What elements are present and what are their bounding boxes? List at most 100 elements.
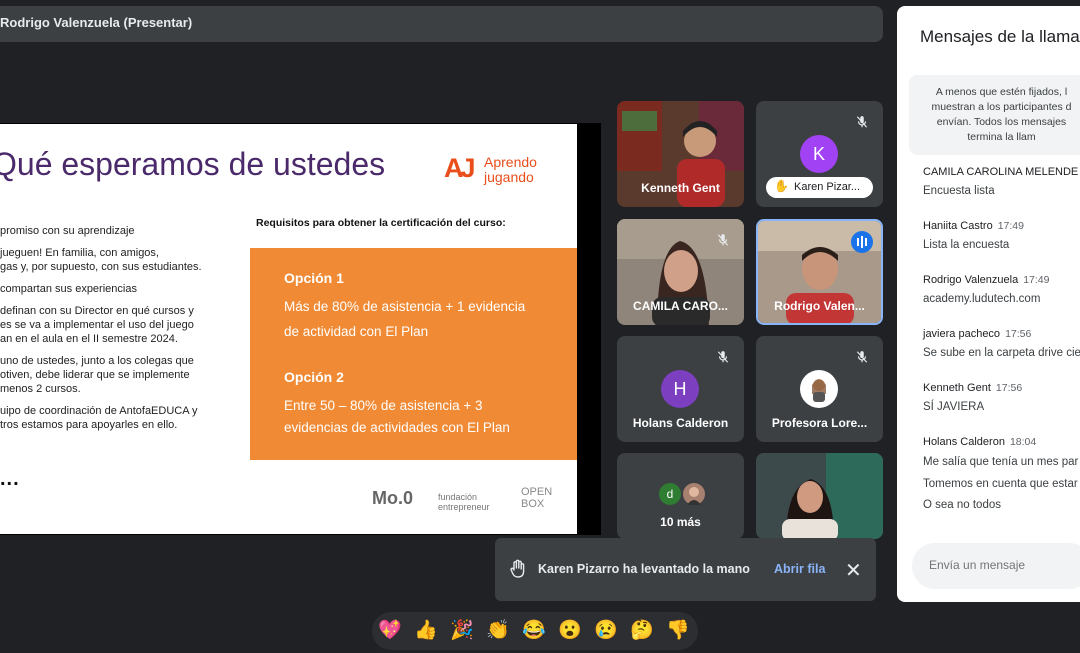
participant-tile-karen[interactable]: K ✋ Karen Pizar... — [756, 101, 883, 207]
message-sender: Kenneth Gent 17:56 — [923, 382, 1022, 394]
option1-line: de actividad con El Plan — [284, 324, 429, 339]
participant-tile-camila[interactable]: CAMILA CARO... — [617, 219, 744, 325]
slide-title: Qué esperamos de ustedes — [0, 146, 386, 182]
message-sender: Holans Calderon 18:04 — [923, 436, 1036, 448]
logo-word: Aprendo — [484, 154, 537, 170]
momento-cero-logo: Mo.0 — [372, 488, 414, 508]
participant-tile-kenneth[interactable]: Kenneth Gent — [617, 101, 744, 207]
slide-expectations-list: promiso con su aprendizaje jueguen! En f… — [0, 224, 225, 440]
presenter-label: Rodrigo Valenzuela (Presentar) — [0, 15, 193, 30]
avatar — [800, 370, 838, 408]
avatar: H — [661, 370, 699, 408]
thinking-reaction-icon[interactable]: 🤔 — [629, 618, 655, 644]
mic-off-icon — [717, 351, 729, 363]
participant-tile-rodrigo[interactable]: Rodrigo Valen... — [756, 219, 883, 325]
message-time: 18:04 — [1009, 436, 1037, 448]
reactions-bar: 💖 👍 🎉 👏 😂 😮 😢 🤔 👎 — [372, 612, 698, 650]
participant-tile-video[interactable] — [756, 453, 883, 539]
message-text: O sea no todos — [923, 499, 1001, 511]
party-reaction-icon[interactable]: 🎉 — [449, 618, 475, 644]
expectation-item: uno de ustedes, junto a los colegas que … — [0, 355, 194, 395]
message-text: SÍ JAVIERA — [923, 401, 985, 413]
option1-heading: Opción 1 — [284, 270, 344, 286]
openbox-logo: OPEN BOX — [521, 486, 553, 510]
thumbs-up-reaction-icon[interactable]: 👍 — [413, 618, 439, 644]
message-time: 17:56 — [995, 382, 1023, 394]
sender-name: Rodrigo Valenzuela — [923, 274, 1019, 286]
fundacion-entrepreneur-logo: fundación entrepreneur — [438, 492, 490, 512]
heart-reaction-icon[interactable]: 💖 — [377, 618, 403, 644]
chat-info-text: A menos que estén fijados, l muestran a … — [931, 86, 1072, 143]
participant-name: CAMILA CARO... — [633, 299, 728, 313]
message-sender: Rodrigo Valenzuela 17:49 — [923, 274, 1049, 286]
sender-name: CAMILA CAROLINA MELENDE — [923, 166, 1079, 178]
participant-tile-more[interactable]: d 10 más — [617, 453, 744, 539]
expectation-item: uipo de coordinación de AntofaEDUCA y tr… — [0, 405, 198, 431]
laugh-reaction-icon[interactable]: 😂 — [521, 618, 547, 644]
avatar: d — [659, 483, 681, 505]
logo-word: jugando — [484, 169, 534, 185]
message-sender: Haniita Castro 17:49 — [923, 220, 1024, 232]
requirements-box: Opción 1 Más de 80% de asistencia + 1 ev… — [250, 248, 577, 460]
message-time: 17:49 — [1023, 274, 1050, 286]
video-feed — [756, 453, 883, 539]
avatar: K — [800, 135, 838, 173]
expectation-item: jueguen! En familia, con amigos, gas y, … — [0, 247, 202, 273]
participant-name: Profesora Lore... — [771, 416, 868, 430]
expectation-item: compartan sus experiencias — [0, 283, 137, 295]
chat-input-container — [912, 543, 1080, 589]
expectation-item: definan con su Director en qué cursos y … — [0, 305, 194, 345]
thumbs-down-reaction-icon[interactable]: 👎 — [665, 618, 691, 644]
sad-reaction-icon[interactable]: 😢 — [593, 618, 619, 644]
chat-panel: Mensajes de la llamada A menos que estén… — [897, 6, 1080, 602]
option2-heading: Opción 2 — [284, 369, 344, 385]
participant-tile-holans[interactable]: H Holans Calderon — [617, 336, 744, 442]
participant-name: Rodrigo Valen... — [774, 299, 865, 313]
message-text: academy.ludutech.com — [923, 293, 1041, 305]
hand-icon: ✋ — [774, 179, 789, 193]
hand-raised-notification: Karen Pizarro ha levantado la mano Abrir… — [495, 538, 876, 601]
chat-info-notice: A menos que estén fijados, l muestran a … — [909, 75, 1080, 155]
message-text: Tomemos en cuenta que estar — [923, 478, 1078, 490]
open-queue-button[interactable]: Abrir fila — [774, 562, 825, 576]
chat-title: Mensajes de la llamada — [920, 27, 1080, 46]
participant-name: Kenneth Gent — [641, 181, 720, 195]
participant-name: Karen Pizar... — [794, 181, 861, 193]
requirements-title: Requisitos para obtener la certificación… — [256, 217, 506, 229]
clap-reaction-icon[interactable]: 👏 — [485, 618, 511, 644]
participant-name: 10 más — [660, 515, 701, 529]
participant-tile-profesora[interactable]: Profesora Lore... — [756, 336, 883, 442]
message-sender: CAMILA CAROLINA MELENDE — [923, 166, 1078, 178]
hand-raised-badge: ✋ Karen Pizar... — [766, 177, 873, 198]
close-icon[interactable]: ✕ — [845, 558, 862, 583]
mic-off-icon — [856, 116, 868, 128]
message-text: Lista la encuesta — [923, 239, 1010, 251]
surprised-reaction-icon[interactable]: 😮 — [557, 618, 583, 644]
presenter-bar: Rodrigo Valenzuela (Presentar) — [0, 6, 883, 42]
avatar — [683, 483, 705, 505]
aprendo-jugando-logo: AJ Aprendo jugando — [444, 153, 537, 185]
option2-line: evidencias de actividades con El Plan — [284, 420, 510, 435]
mic-off-icon — [717, 234, 729, 246]
sender-name: javiera pacheco — [923, 328, 1001, 340]
speaking-indicator-icon — [851, 231, 873, 253]
sender-name: Kenneth Gent — [923, 382, 991, 394]
hand-icon — [510, 559, 525, 578]
participant-name: Holans Calderon — [632, 416, 729, 430]
mic-off-icon — [856, 351, 868, 363]
chat-message-input[interactable] — [927, 557, 1080, 573]
option1-line: Más de 80% de asistencia + 1 evidencia — [284, 299, 526, 314]
notification-text: Karen Pizarro ha levantado la mano — [538, 562, 750, 576]
message-text: Se sube en la carpeta drive cie — [923, 347, 1080, 359]
slide-ellipsis: ... — [0, 468, 20, 490]
sender-name: Holans Calderon — [923, 436, 1005, 448]
sender-name: Haniita Castro — [923, 220, 993, 232]
message-text: Encuesta lista — [923, 185, 995, 197]
message-time: 17:49 — [997, 220, 1024, 232]
message-sender: javiera pacheco 17:56 — [923, 328, 1031, 340]
option2-line: Entre 50 – 80% de asistencia + 3 — [284, 398, 483, 413]
presentation-slide: Qué esperamos de ustedes AJ Aprendo juga… — [0, 124, 577, 534]
message-text: Me salía que tenía un mes par — [923, 456, 1079, 468]
expectation-item: promiso con su aprendizaje — [0, 225, 135, 237]
message-time: 17:56 — [1005, 328, 1032, 340]
